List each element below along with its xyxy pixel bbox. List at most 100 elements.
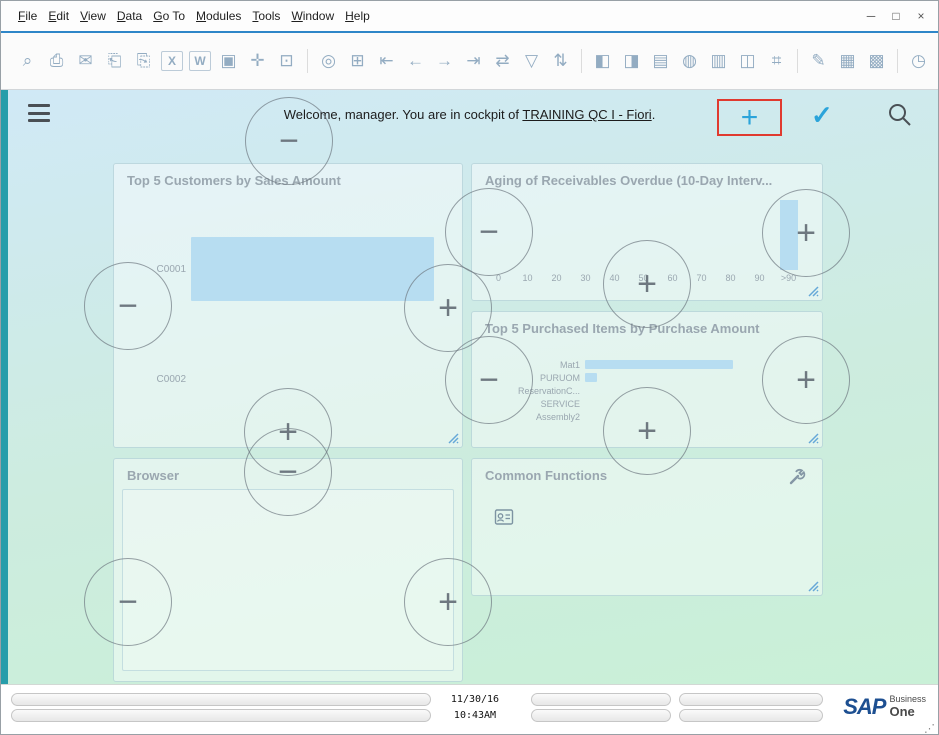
chart-axis-label: 30	[580, 273, 590, 283]
window-resize-grip[interactable]: ⋰	[924, 722, 935, 735]
toolbar-separator	[797, 49, 798, 73]
search-button[interactable]	[887, 102, 912, 130]
minimize-button[interactable]: ─	[864, 9, 878, 23]
volume-weight-icon[interactable]: ◫	[733, 48, 762, 74]
menu-item-view[interactable]: View	[80, 9, 106, 23]
window-controls: ─ □ ×	[864, 1, 928, 31]
menu-item-tools[interactable]: Tools	[252, 9, 280, 23]
chart-axis-label: 90	[754, 273, 764, 283]
filter-table-icon[interactable]: ▽	[517, 48, 546, 74]
first-record-icon[interactable]: ⇤	[372, 48, 401, 74]
chart-bar	[585, 360, 733, 369]
statusbar: 11/30/16 10:43AM SAP Business One ⋰	[1, 684, 938, 735]
sap-business-one-logo: SAP Business One	[843, 694, 926, 720]
maximize-button[interactable]: □	[889, 9, 903, 23]
widget-remove-circle[interactable]: −	[445, 188, 533, 276]
widget-remove-circle[interactable]: −	[84, 262, 172, 350]
chart-bar	[585, 373, 597, 382]
widget-remove-circle[interactable]: −	[84, 558, 172, 646]
print-preview-icon[interactable]: ⎘	[129, 48, 158, 74]
form-settings-icon[interactable]: ▦	[833, 48, 862, 74]
wrench-icon[interactable]	[788, 468, 806, 486]
toolbar-separator	[897, 49, 898, 73]
menu-item-window[interactable]: Window	[291, 9, 334, 23]
menubar: File Edit View Data Go To Modules Tools Window H…	[1, 1, 938, 31]
status-field	[531, 709, 671, 722]
menu-item-help[interactable]: Help	[345, 9, 370, 23]
journal-entry-icon[interactable]: ▤	[646, 48, 675, 74]
resize-handle-icon[interactable]	[806, 579, 819, 592]
toolbar: ⌕⎙✉⎗⎘XW▣✛⊡ ◎⊞⇤←→⇥⇄▽⇅ ◧◨▤◍▥◫⌗ ✎▦▩ ◷◪	[1, 33, 938, 90]
sort-table-icon[interactable]: ⇅	[546, 48, 575, 74]
status-message-field	[11, 709, 431, 722]
chart-axis-label: 20	[551, 273, 561, 283]
status-field	[679, 709, 823, 722]
cockpit-link[interactable]: TRAINING QC I - Fiori	[522, 107, 651, 122]
logo-one-text: One	[889, 705, 926, 719]
menu-item-modules[interactable]: Modules	[196, 9, 241, 23]
chart-category-label: C0002	[124, 374, 186, 385]
chart-axis-label: 70	[696, 273, 706, 283]
payment-means-icon[interactable]: ◍	[675, 48, 704, 74]
status-message-field	[11, 693, 431, 706]
alerts-icon[interactable]: ◷	[904, 48, 933, 74]
export-excel-icon[interactable]: X	[161, 51, 183, 71]
email-icon[interactable]: ✉	[71, 48, 100, 74]
fax-icon[interactable]: ⎗	[100, 48, 129, 74]
edit-mode-icon[interactable]: ✎	[804, 48, 833, 74]
export-pdf-icon[interactable]: ▣	[214, 48, 243, 74]
resize-handle-icon[interactable]	[806, 284, 819, 297]
base-document-icon[interactable]: ◧	[588, 48, 617, 74]
menu-item-edit[interactable]: Edit	[48, 9, 69, 23]
widget-add-circle[interactable]: +	[603, 240, 691, 328]
common-function-shortcut-button[interactable]	[494, 507, 514, 530]
widget-remove-circle[interactable]: −	[244, 428, 332, 516]
close-button[interactable]: ×	[914, 9, 928, 23]
launch-application-icon[interactable]: ✛	[243, 48, 272, 74]
next-record-icon[interactable]: →	[430, 48, 459, 74]
widget-title: Aging of Receivables Overdue (10-Day Int…	[485, 173, 810, 188]
menu-item-go-to[interactable]: Go To	[153, 9, 185, 23]
export-word-icon[interactable]: W	[189, 51, 211, 71]
widget-common-functions[interactable]: Common Functions	[471, 458, 823, 596]
search-icon	[887, 102, 912, 127]
add-widget-highlight-box: +	[717, 99, 782, 136]
add-record-icon[interactable]: ⊞	[343, 48, 372, 74]
gross-profit-icon[interactable]: ▥	[704, 48, 733, 74]
target-document-icon[interactable]: ◨	[617, 48, 646, 74]
widget-remove-circle[interactable]: −	[445, 336, 533, 424]
find-icon[interactable]: ⌕	[13, 48, 42, 74]
widget-remove-circle[interactable]: −	[245, 97, 333, 185]
settings-icon[interactable]: ◪	[933, 48, 938, 74]
confirm-layout-button[interactable]: ✓	[811, 102, 833, 128]
cockpit: Welcome, manager. You are in cockpit of …	[1, 90, 938, 684]
status-field	[679, 693, 823, 706]
widget-add-circle[interactable]: +	[762, 189, 850, 277]
common-function-item-icon	[494, 507, 514, 527]
add-widget-button[interactable]: +	[741, 103, 759, 133]
resize-handle-icon[interactable]	[806, 431, 819, 444]
menu-item-data[interactable]: Data	[117, 9, 142, 23]
resize-handle-icon[interactable]	[446, 431, 459, 444]
widget-add-circle[interactable]: +	[404, 558, 492, 646]
refresh-record-icon[interactable]: ⇄	[488, 48, 517, 74]
menu-item-file[interactable]: File	[18, 9, 37, 23]
menubar-items: File Edit View Data Go To Modules Tools Window H…	[18, 1, 370, 31]
widget-add-circle[interactable]: +	[762, 336, 850, 424]
transaction-journal-icon[interactable]: ⌗	[762, 48, 791, 74]
last-record-icon[interactable]: ⇥	[459, 48, 488, 74]
welcome-message: Welcome, manager. You are in cockpit of …	[1, 107, 938, 122]
browser-content-panel	[122, 489, 454, 671]
status-date: 11/30/16	[435, 694, 515, 705]
find-record-icon[interactable]: ◎	[314, 48, 343, 74]
lock-screen-icon[interactable]: ⊡	[272, 48, 301, 74]
status-field	[531, 693, 671, 706]
print-icon[interactable]: ⎙	[42, 48, 71, 74]
query-generator-icon[interactable]: ▩	[862, 48, 891, 74]
toolbar-separator	[307, 49, 308, 73]
welcome-period: .	[652, 107, 656, 122]
sap-business-one-window: File Edit View Data Go To Modules Tools Window H…	[0, 0, 939, 735]
widget-add-circle[interactable]: +	[603, 387, 691, 475]
previous-record-icon[interactable]: ←	[401, 48, 430, 74]
chart-axis-label: 80	[725, 273, 735, 283]
